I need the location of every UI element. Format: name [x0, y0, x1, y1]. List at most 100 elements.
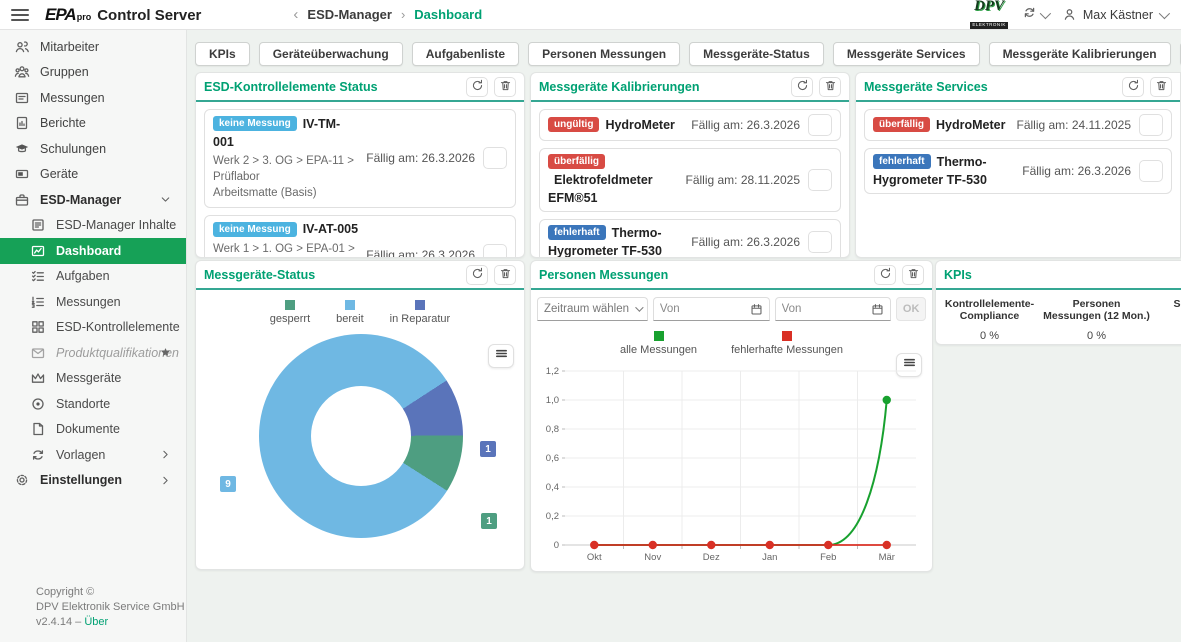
measure-card-icon: [14, 90, 30, 106]
card-kpis: KPIs Kontrollelemente-Compliance 0 % Per…: [935, 260, 1181, 345]
card-title: Messgeräte Kalibrierungen: [539, 80, 699, 94]
tab-aufgabenliste[interactable]: Aufgabenliste: [412, 42, 519, 66]
sidebar-nav: Mitarbeiter Gruppen Messungen Berichte S…: [0, 30, 186, 493]
kpi-label: Personen Messungen (12 Mon.): [1043, 298, 1150, 322]
svg-text:0,4: 0,4: [546, 482, 559, 493]
tab-kpis[interactable]: KPIs: [195, 42, 250, 66]
donut-ring[interactable]: [259, 334, 463, 538]
date-to-field: [775, 297, 892, 321]
content-icon: [30, 217, 46, 233]
sidebar-item-dokumente[interactable]: Dokumente: [0, 417, 186, 443]
legend-swatch: [285, 300, 295, 310]
calendar-icon[interactable]: [750, 303, 763, 316]
esd-element-row[interactable]: keine MessungIV-TM-001 Werk 2 > 3. OG > …: [204, 109, 516, 208]
sidebar-item-messger-te[interactable]: Messgeräte: [0, 366, 186, 392]
sidebar-item-schulungen[interactable]: Schulungen: [0, 136, 186, 162]
sync-dropdown-button[interactable]: [1022, 5, 1048, 25]
svg-text:Jan: Jan: [762, 552, 777, 563]
device-row[interactable]: fehlerhaftThermo-Hygrometer TF-530 Fälli…: [864, 148, 1172, 194]
delete-widget-button[interactable]: [902, 265, 924, 285]
device-name: Elektrofeldmeter EFM®51: [548, 173, 653, 205]
document-icon: [30, 421, 46, 437]
ok-button[interactable]: OK: [896, 297, 926, 321]
view-details-button[interactable]: [808, 231, 832, 253]
sidebar-item-aufgaben[interactable]: Aufgaben: [0, 264, 186, 290]
line-chart[interactable]: 00,20,40,60,81,01,2OktNovDezJanFebMär: [535, 363, 928, 572]
status-badge: keine Messung: [213, 222, 297, 237]
sidebar-item-esd-manager[interactable]: ESD-Manager: [0, 187, 186, 213]
legend-fehlerhafte-messungen[interactable]: fehlerhafte Messungen: [731, 331, 843, 356]
breadcrumb-back-icon[interactable]: ‹: [293, 6, 298, 23]
chevron-right-icon: [159, 448, 172, 461]
tab-personen-messungen[interactable]: Personen Messungen: [528, 42, 680, 66]
tab-messger-te-kalibrierungen[interactable]: Messgeräte Kalibrierungen: [989, 42, 1171, 66]
chevron-down-icon: [1159, 7, 1170, 18]
date-to-input[interactable]: [782, 303, 872, 315]
sidebar-item-produktqualifikationen[interactable]: Produktqualifikationen: [0, 340, 186, 366]
gear-icon: [14, 472, 30, 488]
chevron-right-icon: [159, 474, 172, 487]
esd-element-row[interactable]: keine MessungIV-AT-005 Werk 1 > 1. OG > …: [204, 215, 516, 258]
mail-icon: [30, 345, 46, 361]
delete-widget-button[interactable]: [819, 77, 841, 97]
tab-messger-te-services[interactable]: Messgeräte Services: [833, 42, 980, 66]
sidebar-footer: Copyright © DPV Elektronik Service GmbH …: [36, 585, 185, 630]
sidebar-item-messungen[interactable]: Messungen: [0, 289, 186, 315]
zeitraum-select[interactable]: Zeitraum wählen: [537, 297, 648, 321]
legend-alle-messungen[interactable]: alle Messungen: [620, 331, 697, 356]
user-menu[interactable]: Max Kästner: [1062, 7, 1167, 22]
delete-widget-button[interactable]: [494, 77, 516, 97]
element-type: Arbeitsmatte (Basis): [213, 186, 360, 202]
refresh-button[interactable]: [466, 77, 488, 97]
main-content: KPIs Geräteüberwachung Aufgabenliste Person…: [187, 30, 1181, 642]
app-logo: EPApro Control Server: [45, 5, 201, 25]
measure-action-button[interactable]: [483, 244, 507, 258]
device-row[interactable]: überfälligElektrofeldmeter EFM®51 Fällig…: [539, 148, 841, 212]
view-details-button[interactable]: [808, 114, 832, 136]
view-details-button[interactable]: [1139, 160, 1163, 182]
status-badge: keine Messung: [213, 116, 297, 131]
about-link[interactable]: Über: [84, 616, 108, 628]
device-row[interactable]: ungültigHydroMeter Fällig am: 26.3.2026: [539, 109, 841, 141]
hamburger-menu-icon[interactable]: [11, 9, 29, 21]
legend-swatch: [654, 331, 664, 341]
sidebar-item-standorte[interactable]: Standorte: [0, 391, 186, 417]
delete-widget-button[interactable]: [494, 265, 516, 285]
view-details-button[interactable]: [1139, 114, 1163, 136]
refresh-button[interactable]: [874, 265, 896, 285]
chevron-down-icon: [635, 303, 643, 311]
kpi-value: 0 %: [1043, 330, 1150, 342]
sidebar-item-berichte[interactable]: Berichte: [0, 111, 186, 137]
sidebar-item-ger-te[interactable]: Geräte: [0, 162, 186, 188]
refresh-button[interactable]: [466, 265, 488, 285]
calendar-icon[interactable]: [871, 303, 884, 316]
sidebar-item-esd-manager-inhalte[interactable]: ESD-Manager Inhalte: [0, 213, 186, 239]
sidebar-item-gruppen[interactable]: Gruppen: [0, 60, 186, 86]
breadcrumb-separator-icon: ›: [401, 7, 405, 22]
view-details-button[interactable]: [808, 169, 832, 191]
legend-swatch: [415, 300, 425, 310]
breadcrumb-parent[interactable]: ESD-Manager: [307, 7, 392, 22]
tab-messger-te-status[interactable]: Messgeräte-Status: [689, 42, 824, 66]
svg-text:Mär: Mär: [879, 552, 895, 563]
sidebar-item-messungen[interactable]: Messungen: [0, 85, 186, 111]
breadcrumb-current: Dashboard: [414, 7, 482, 22]
sidebar-item-esd-kontrollelemente[interactable]: ESD-Kontrollelemente: [0, 315, 186, 341]
due-date: Fällig am: 28.11.2025: [685, 173, 800, 187]
status-badge: fehlerhaft: [873, 154, 931, 169]
refresh-button[interactable]: [1122, 77, 1144, 97]
sidebar-item-einstellungen[interactable]: Einstellungen: [0, 468, 186, 494]
sidebar-item-mitarbeiter[interactable]: Mitarbeiter: [0, 34, 186, 60]
tab-ger-te-berwachung[interactable]: Geräteüberwachung: [259, 42, 403, 66]
device-name: HydroMeter: [936, 118, 1005, 132]
sidebar-item-vorlagen[interactable]: Vorlagen: [0, 442, 186, 468]
sidebar-item-dashboard[interactable]: Dashboard: [0, 238, 186, 264]
device-row[interactable]: überfälligHydroMeter Fällig am: 24.11.20…: [864, 109, 1172, 141]
measure-action-button[interactable]: [483, 147, 507, 169]
date-from-input[interactable]: [660, 303, 750, 315]
chevron-down-icon: [1040, 7, 1051, 18]
sync-icon: [1022, 5, 1037, 25]
refresh-button[interactable]: [791, 77, 813, 97]
device-row[interactable]: fehlerhaftThermo-Hygrometer TF-530 Fälli…: [539, 219, 841, 258]
delete-widget-button[interactable]: [1150, 77, 1172, 97]
